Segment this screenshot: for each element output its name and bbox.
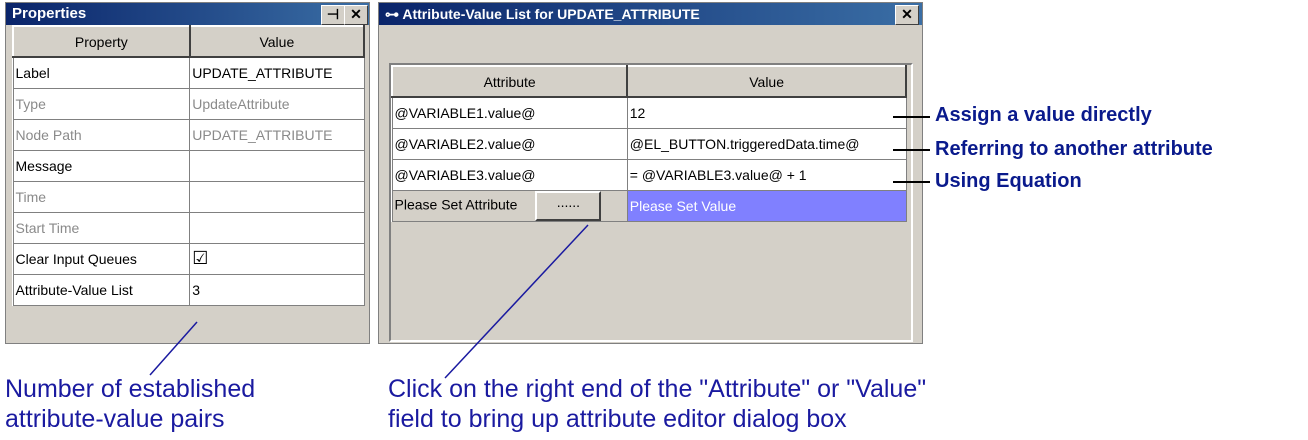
caption-editor-line2: field to bring up attribute editor dialo… [388,405,847,433]
caption-editor-line1: Click on the right end of the "Attribute… [388,375,927,403]
pairs-pointer-line [149,321,198,376]
annotation-equation: Using Equation [935,170,1082,192]
editor-pointer-line [444,224,589,379]
annotation-assign: Assign a value directly [935,104,1152,126]
annotation-refer: Referring to another attribute [935,138,1213,160]
caption-editor: Click on the right end of the "Attribute… [388,374,926,434]
caption-pairs-line1: Number of established [5,375,256,403]
caption-pairs-line2: attribute-value pairs [5,405,225,433]
caption-pairs: Number of established attribute-value pa… [5,374,255,434]
